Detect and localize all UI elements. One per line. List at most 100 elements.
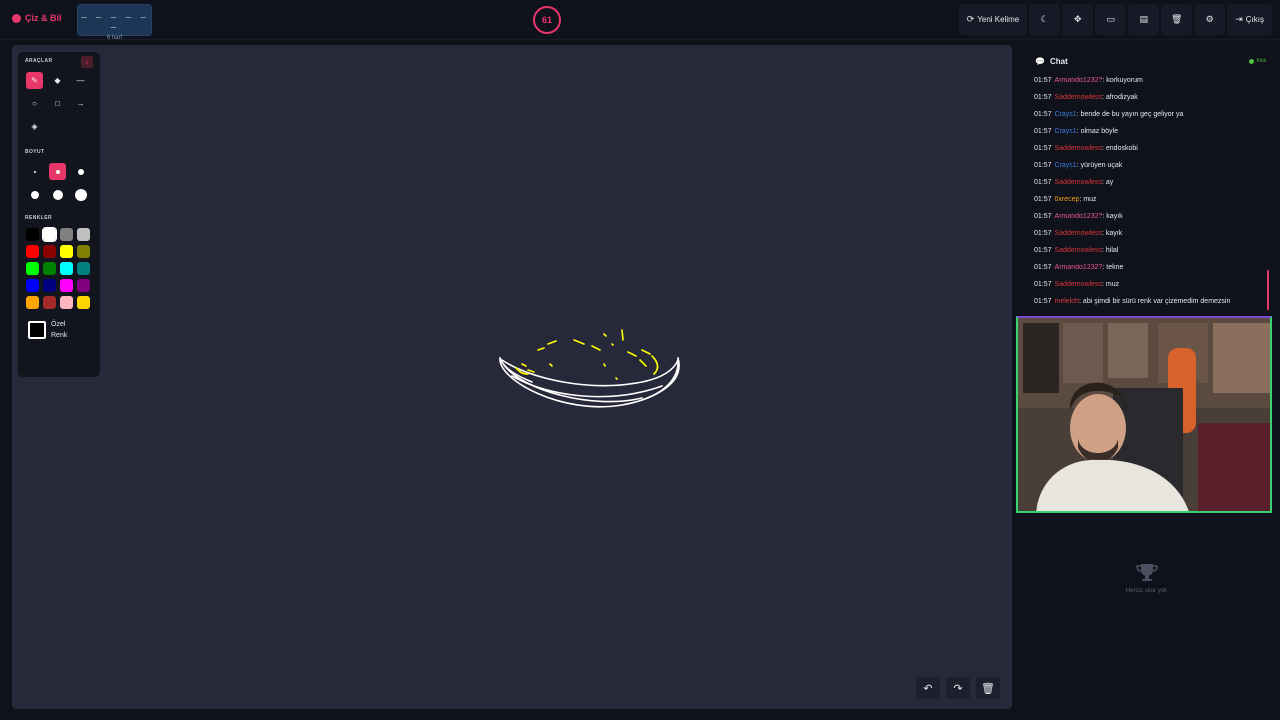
size-option[interactable]: [26, 186, 43, 203]
keyboard-button[interactable]: ▭: [1095, 4, 1127, 35]
round-timer: 61: [533, 6, 561, 34]
timer-value: 61: [541, 15, 552, 25]
color-swatch[interactable]: [60, 279, 73, 292]
delete-button[interactable]: 🗑: [1161, 4, 1193, 35]
color-swatch[interactable]: [43, 279, 56, 292]
new-word-label: Yeni Kelime: [977, 15, 1020, 24]
color-swatch[interactable]: [77, 228, 90, 241]
clear-canvas-button[interactable]: 🗑: [976, 677, 1000, 699]
collapse-panel-button[interactable]: ‹: [81, 56, 93, 68]
message-username[interactable]: Saddemowless: [1055, 94, 1102, 101]
arrow-tool[interactable]: →: [72, 95, 89, 112]
message-time: 01:57: [1034, 196, 1052, 203]
color-swatch[interactable]: [77, 262, 90, 275]
color-swatch[interactable]: [43, 262, 56, 275]
chat-message: 01:57 Saddemowless: hilal: [1034, 242, 1272, 259]
message-username[interactable]: Crays1: [1055, 162, 1077, 169]
size-option[interactable]: [72, 186, 89, 203]
chat-messages[interactable]: 01:57 Armando1232?: korkuyorum 01:57 Saddem…: [1027, 70, 1272, 310]
redo-button[interactable]: ↷: [946, 677, 970, 699]
color-swatch[interactable]: [60, 245, 73, 258]
logout-icon: ⇥: [1235, 14, 1243, 24]
message-time: 01:57: [1034, 179, 1052, 186]
circle-tool[interactable]: ○: [26, 95, 43, 112]
color-swatch[interactable]: [26, 245, 39, 258]
message-username[interactable]: 0xrecep: [1055, 196, 1080, 203]
colors-header: RENKLER: [25, 215, 52, 221]
platform-label: Kick: [1256, 58, 1266, 64]
square-icon: □: [55, 99, 60, 108]
eraser-tool[interactable]: ◆: [49, 72, 66, 89]
brush-sizes: [26, 163, 93, 203]
fullscreen-button[interactable]: ✥: [1062, 4, 1094, 35]
color-swatch[interactable]: [77, 245, 90, 258]
message-username[interactable]: Saddemowless: [1055, 179, 1102, 186]
custom-color-line2: Renk: [51, 332, 68, 340]
message-username[interactable]: Crays1: [1055, 111, 1077, 118]
size-option[interactable]: [49, 163, 66, 180]
color-swatch[interactable]: [77, 296, 90, 309]
message-time: 01:57: [1034, 77, 1052, 84]
message-username[interactable]: Armando1232?: [1055, 264, 1103, 271]
message-username[interactable]: Armando1232?: [1055, 213, 1103, 220]
message-username[interactable]: Saddemowless: [1055, 230, 1102, 237]
tool-grid: ✎ ◆ — ○ □ → ◈: [26, 72, 93, 135]
color-swatch[interactable]: [26, 228, 39, 241]
color-swatch[interactable]: [77, 279, 90, 292]
drawing-canvas[interactable]: ↶ ↷ 🗑: [12, 45, 1012, 709]
chat-message: 01:57 Saddemowless: afrodizyak: [1034, 89, 1272, 106]
color-swatch[interactable]: [43, 296, 56, 309]
archive-button[interactable]: ▤: [1128, 4, 1160, 35]
canvas-actions: ↶ ↷ 🗑: [916, 677, 1000, 699]
chat-message: 01:57 Saddemowless: muz: [1034, 276, 1272, 293]
chat-message: 01:57 Saddemowless: endoskobi: [1034, 140, 1272, 157]
message-time: 01:57: [1034, 111, 1052, 118]
archive-icon: ▤: [1139, 14, 1148, 24]
trash-icon: 🗑: [1171, 14, 1183, 24]
message-text: : korkuyorum: [1102, 77, 1143, 84]
message-username[interactable]: Crays1: [1055, 128, 1077, 135]
chat-message: 01:57 Crays1: olmaz böyle: [1034, 123, 1272, 140]
message-username[interactable]: Saddemowless: [1055, 145, 1102, 152]
color-swatch[interactable]: [26, 296, 39, 309]
message-text: : abi şimdi bir sürü renk var çizemedim …: [1079, 298, 1231, 305]
message-time: 01:57: [1034, 264, 1052, 271]
keyboard-icon: ▭: [1106, 14, 1115, 24]
palette-icon: [12, 13, 21, 23]
size-option[interactable]: [26, 163, 43, 180]
color-swatch[interactable]: [42, 227, 57, 242]
pen-tool[interactable]: ✎: [26, 72, 43, 89]
rectangle-tool[interactable]: □: [49, 95, 66, 112]
chat-message: 01:57 Saddemowless: ay: [1034, 174, 1272, 191]
circle-icon: ○: [32, 99, 37, 108]
line-tool[interactable]: —: [72, 72, 89, 89]
status-dot: [1248, 58, 1254, 64]
color-swatch[interactable]: [26, 262, 39, 275]
message-username[interactable]: melekth: [1055, 298, 1080, 305]
message-username[interactable]: Armando1232?: [1055, 77, 1103, 84]
undo-button[interactable]: ↶: [916, 677, 940, 699]
color-swatch[interactable]: [60, 262, 73, 275]
exit-button[interactable]: ⇥ Çıkış: [1227, 4, 1272, 35]
custom-color-button[interactable]: Özel Renk: [28, 319, 93, 341]
settings-button[interactable]: ⚙: [1194, 4, 1226, 35]
color-swatch[interactable]: [43, 245, 56, 258]
color-swatch[interactable]: [60, 228, 73, 241]
message-text: : yürüyen uçak: [1076, 162, 1123, 169]
message-time: 01:57: [1034, 247, 1052, 254]
chat-message: 01:57 Crays1: bende de bu yayın geç geliy…: [1034, 106, 1272, 123]
trophy-icon: [1136, 564, 1158, 581]
message-username[interactable]: Saddemowless: [1055, 281, 1102, 288]
fill-tool[interactable]: ◈: [26, 118, 43, 135]
theme-toggle-button[interactable]: ☾: [1029, 4, 1061, 35]
size-option[interactable]: [72, 163, 89, 180]
color-swatch[interactable]: [60, 296, 73, 309]
message-username[interactable]: Saddemowless: [1055, 247, 1102, 254]
message-text: : muz: [1079, 196, 1097, 203]
word-hint: – – – – – – 6 harf: [77, 4, 152, 41]
color-swatch[interactable]: [26, 279, 39, 292]
new-word-button[interactable]: ⟳ Yeni Kelime: [958, 4, 1028, 35]
app-logo[interactable]: Çiz & Bil: [12, 13, 62, 23]
chat-scrollbar[interactable]: [1267, 270, 1269, 310]
size-option[interactable]: [49, 186, 66, 203]
